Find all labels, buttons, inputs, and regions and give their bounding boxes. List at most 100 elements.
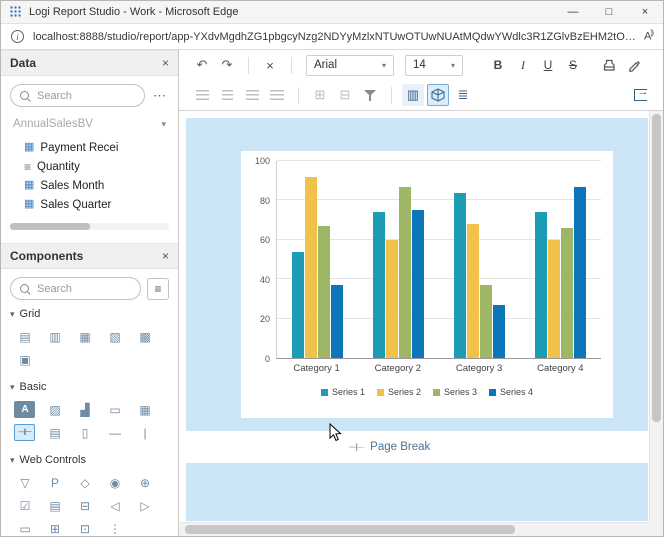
components-search-box[interactable] — [10, 277, 141, 300]
checkbox-icon[interactable]: ☑ — [14, 497, 35, 514]
chart-icon[interactable]: ▟ — [74, 401, 95, 418]
data-search-input[interactable] — [37, 90, 136, 102]
banded-object-icon[interactable]: ▤ — [14, 328, 35, 345]
field-table-icon: ▦ — [24, 142, 34, 153]
components-search-input[interactable] — [37, 283, 132, 295]
list-box-icon[interactable]: ▤ — [44, 497, 65, 514]
grid-control-icon[interactable]: ⊞ — [44, 520, 65, 536]
address-text[interactable]: localhost:8888/studio/report/app-YXdvMgd… — [33, 31, 636, 43]
object-view-toggle[interactable] — [427, 84, 449, 106]
table-icon[interactable]: ▦ — [134, 401, 155, 418]
field-item[interactable]: ▦Payment Recei — [10, 138, 169, 157]
field-item[interactable]: ▦Sales Quarter — [10, 195, 169, 214]
text-box-icon[interactable]: ▤ — [44, 424, 65, 441]
section-header-grid[interactable]: ▾Grid — [10, 308, 169, 323]
datasource-select[interactable]: AnnualSalesBV ▾ — [10, 114, 169, 134]
aggregation-icon[interactable]: ▩ — [134, 328, 155, 345]
scrollbar-thumb[interactable] — [10, 223, 90, 230]
page-panel-icon[interactable]: ▭ — [104, 401, 125, 418]
data-search-box[interactable] — [10, 84, 145, 107]
table-grid-icon[interactable]: ▥ — [44, 328, 65, 345]
font-color-pen-icon[interactable] — [623, 54, 645, 76]
field-list: ▦Payment Recei≡Quantity▦Sales Month▦Sale… — [10, 138, 169, 214]
search-icon — [19, 90, 31, 102]
subreport-icon[interactable]: ▣ — [14, 351, 35, 368]
vertical-scrollbar[interactable] — [649, 111, 663, 524]
close-button[interactable]: × — [627, 1, 663, 23]
label-control-icon[interactable]: ◇ — [74, 474, 95, 491]
toolbar-row-2: ⊞ ⊟ ▥ ≣ — [179, 80, 663, 110]
fill-color-icon[interactable] — [598, 54, 620, 76]
bullet-list-icon[interactable]: ≣ — [452, 84, 474, 106]
bar-series-2 — [386, 240, 398, 358]
data-more-options-icon[interactable]: ⋯ — [151, 88, 169, 104]
vertical-line-icon[interactable]: | — [134, 424, 155, 441]
merge-cells-icon[interactable]: ⊞ — [309, 84, 331, 106]
bar-series-2 — [548, 240, 560, 358]
x-tick-label: Category 3 — [439, 363, 520, 374]
field-item[interactable]: ▦Sales Month — [10, 176, 169, 195]
parameter-control-icon[interactable]: P — [44, 474, 65, 491]
scrollbar-thumb[interactable] — [185, 525, 515, 534]
page-break-icon[interactable]: ⊣⊢ — [14, 424, 35, 441]
split-cells-icon[interactable]: ⊟ — [334, 84, 356, 106]
y-tick-label: 100 — [255, 156, 270, 166]
field-item[interactable]: ≡Quantity — [10, 157, 169, 176]
separator — [291, 57, 292, 74]
page-break-component[interactable]: ⊣⊢ Page Break — [186, 431, 648, 463]
section-header-web-controls[interactable]: ▾Web Controls — [10, 451, 169, 469]
strikethrough-button[interactable]: S — [562, 54, 584, 76]
next-page-area[interactable] — [186, 463, 648, 521]
chart-component[interactable]: 020406080100 Category 1Category 2Categor… — [241, 151, 613, 418]
horizontal-scrollbar[interactable] — [179, 522, 648, 536]
image-icon[interactable]: ▨ — [44, 401, 65, 418]
font-size-select[interactable]: 14 ▾ — [405, 55, 463, 76]
app-grid-icon — [10, 6, 22, 18]
data-panel-close-icon[interactable]: × — [162, 56, 169, 70]
column-view-toggle[interactable]: ▥ — [402, 84, 424, 106]
radio-button-icon[interactable]: ◉ — [104, 474, 125, 491]
align-center-icon[interactable] — [216, 84, 238, 106]
tab-control-icon[interactable]: ⊡ — [74, 520, 95, 536]
italic-button[interactable]: I — [512, 54, 534, 76]
tree-control-icon[interactable]: ⋮ — [104, 520, 125, 536]
bold-button[interactable]: B — [487, 54, 509, 76]
redo-button[interactable]: ↷ — [216, 54, 238, 76]
undo-button[interactable]: ↶ — [191, 54, 213, 76]
font-size-value: 14 — [413, 59, 441, 71]
web-link-icon[interactable]: ⊕ — [134, 474, 155, 491]
report-canvas[interactable]: 020406080100 Category 1Category 2Categor… — [179, 111, 663, 536]
site-info-icon[interactable]: i — [11, 30, 24, 43]
underline-button[interactable]: U — [537, 54, 559, 76]
crosstab-grid-icon[interactable]: ▦ — [74, 328, 95, 345]
exit-studio-icon[interactable] — [629, 84, 651, 106]
data-horizontal-scrollbar[interactable] — [10, 223, 169, 230]
bar-chart: 020406080100 Category 1Category 2Categor… — [241, 151, 613, 418]
minimize-button[interactable]: — — [555, 1, 591, 23]
chevron-down-icon: ▾ — [161, 119, 166, 130]
filter-control-icon[interactable]: ▽ — [14, 474, 35, 491]
align-right-icon[interactable] — [241, 84, 263, 106]
maximize-button[interactable]: □ — [591, 1, 627, 23]
audio-icon[interactable]: ◁ — [104, 497, 125, 514]
browser-window: Logi Report Studio - Work - Microsoft Ed… — [0, 0, 664, 537]
font-family-select[interactable]: Arial ▾ — [306, 55, 394, 76]
video-icon[interactable]: ▷ — [134, 497, 155, 514]
section-header-basic[interactable]: ▾Basic — [10, 378, 169, 396]
text-input-icon[interactable]: ▭ — [14, 520, 35, 536]
align-justify-icon[interactable] — [266, 84, 288, 106]
subpage-icon[interactable]: ▯ — [74, 424, 95, 441]
align-left-icon[interactable] — [191, 84, 213, 106]
horizontal-line-icon[interactable]: — — [104, 424, 125, 441]
delete-button[interactable]: × — [259, 54, 281, 76]
scrollbar-thumb[interactable] — [652, 114, 661, 422]
label-icon[interactable]: A — [14, 401, 35, 418]
legend-item: Series 2 — [377, 387, 421, 397]
components-list-view-icon[interactable]: ≡ — [147, 278, 169, 300]
read-aloud-icon[interactable]: A)) — [644, 30, 653, 43]
combo-box-icon[interactable]: ⊟ — [74, 497, 95, 514]
title-bar: Logi Report Studio - Work - Microsoft Ed… — [1, 1, 663, 24]
filter-icon[interactable] — [359, 84, 381, 106]
summary-table-icon[interactable]: ▧ — [104, 328, 125, 345]
components-panel-close-icon[interactable]: × — [162, 249, 169, 263]
